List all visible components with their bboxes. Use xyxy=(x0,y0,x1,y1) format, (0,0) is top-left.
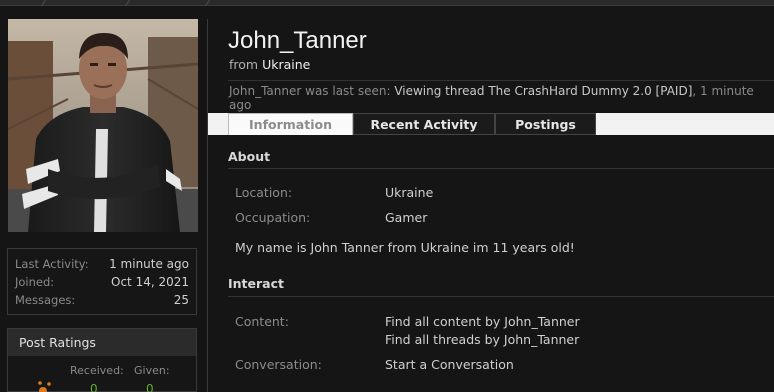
post-ratings-title: Post Ratings xyxy=(8,329,196,356)
occupation-label: Occupation: xyxy=(235,210,311,225)
about-divider xyxy=(228,168,774,169)
location-value: Ukraine xyxy=(385,185,434,200)
post-ratings-body: Received: Given: 0 0 xyxy=(8,356,196,392)
interact-heading: Interact xyxy=(228,276,284,291)
given-label: Given: xyxy=(134,364,170,377)
profile-username: John_Tanner xyxy=(228,27,367,54)
location-link[interactable]: Ukraine xyxy=(262,57,310,72)
given-value: 0 xyxy=(146,382,154,392)
post-ratings-panel: Post Ratings Received: Given: 0 0 xyxy=(7,328,197,392)
find-all-content-text[interactable]: Find all content by John_Tanner xyxy=(385,314,580,329)
find-all-content-link[interactable]: Find all content by John_Tanner xyxy=(385,314,580,329)
conversation-label: Conversation: xyxy=(235,357,322,372)
about-bio: My name is John Tanner from Ukraine im 1… xyxy=(235,240,575,255)
interact-divider xyxy=(228,296,774,297)
stat-value: 25 xyxy=(173,293,189,307)
find-all-threads-link[interactable]: Find all threads by John_Tanner xyxy=(385,332,579,347)
breadcrumb-separator xyxy=(115,0,131,6)
stat-label: Messages: xyxy=(15,293,76,307)
find-all-threads-text[interactable]: Find all threads by John_Tanner xyxy=(385,332,579,347)
avatar[interactable] xyxy=(8,19,198,232)
tab-postings[interactable]: Postings xyxy=(495,113,596,135)
last-seen-prefix: John_Tanner was last seen: xyxy=(229,84,391,98)
tab-information[interactable]: Information xyxy=(228,113,353,135)
stat-label: Last Activity: xyxy=(15,257,89,271)
stat-messages: Messages: 25 xyxy=(15,291,189,309)
stat-value: 1 minute ago xyxy=(109,257,189,271)
member-stats: Last Activity: 1 minute ago Joined: Oct … xyxy=(7,248,197,315)
content-label: Content: xyxy=(235,314,289,329)
from-prefix: from xyxy=(229,57,259,72)
column-divider xyxy=(207,19,208,392)
last-seen-line: John_Tanner was last seen: Viewing threa… xyxy=(229,84,774,112)
stat-label: Joined: xyxy=(15,275,55,289)
breadcrumb-separator xyxy=(31,0,47,6)
received-label: Received: xyxy=(70,364,124,377)
header-divider xyxy=(228,80,774,81)
profile-tabs: Information Recent Activity Postings xyxy=(208,113,774,135)
occupation-value: Gamer xyxy=(385,210,428,225)
stat-joined: Joined: Oct 14, 2021 xyxy=(15,273,189,291)
location-label: Location: xyxy=(235,185,293,200)
stat-last-activity: Last Activity: 1 minute ago xyxy=(15,255,189,273)
profile-from-line: from Ukraine xyxy=(229,57,310,72)
tab-recent-activity[interactable]: Recent Activity xyxy=(353,113,495,135)
avatar-image xyxy=(8,19,198,232)
rating-icon xyxy=(38,381,51,392)
breadcrumb-separator xyxy=(195,0,211,6)
received-value: 0 xyxy=(90,382,98,392)
stat-value: Oct 14, 2021 xyxy=(111,275,189,289)
about-heading: About xyxy=(228,149,271,164)
start-conversation-link[interactable]: Start a Conversation xyxy=(385,357,514,372)
breadcrumb xyxy=(0,0,774,6)
last-seen-activity-link[interactable]: Viewing thread The CrashHard Dummy 2.0 [… xyxy=(394,84,692,98)
